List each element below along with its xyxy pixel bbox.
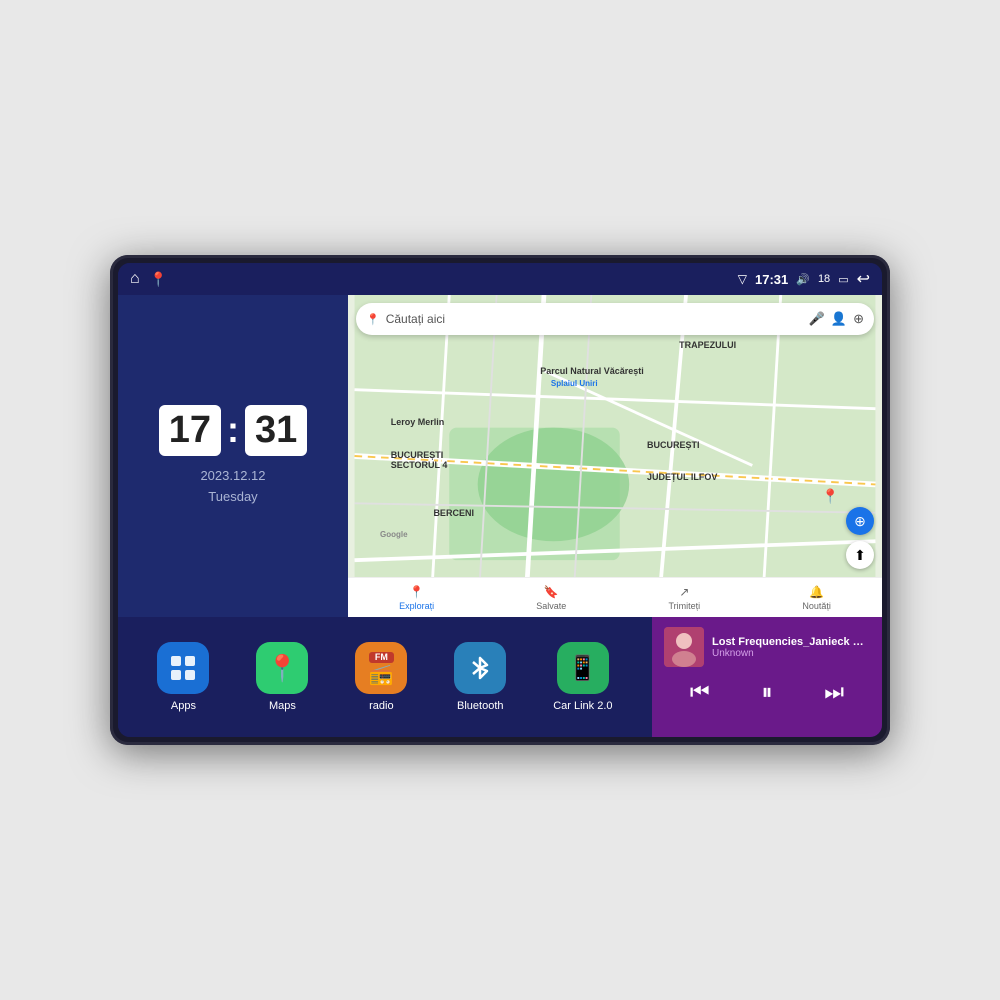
clock-minute: 31 bbox=[245, 405, 307, 456]
clock-hour: 17 bbox=[159, 405, 221, 456]
share-icon: ↗ bbox=[679, 585, 689, 599]
map-search-text[interactable]: Căutați aici bbox=[386, 312, 803, 326]
saved-label: Salvate bbox=[536, 601, 566, 611]
maps-icon: 📍 bbox=[256, 642, 308, 694]
explore-label: Explorați bbox=[399, 601, 434, 611]
play-pause-button[interactable]: ⏸ bbox=[761, 679, 772, 705]
apps-icon bbox=[157, 642, 209, 694]
home-icon[interactable]: ⌂ bbox=[130, 270, 140, 288]
maps-pin-icon[interactable]: 📍 bbox=[150, 271, 167, 288]
clock-date: 2023.12.12 Tuesday bbox=[200, 466, 265, 508]
news-label: Noutăți bbox=[802, 601, 831, 611]
map-nav-bar: 📍 Explorați 🔖 Salvate ↗ Trimiteți 🔔 bbox=[348, 577, 882, 617]
bottom-row: Apps 📍 Maps FM 📻 bbox=[118, 617, 882, 737]
map-location-marker: 📍 bbox=[822, 488, 839, 505]
apps-panel: Apps 📍 Maps FM 📻 bbox=[118, 617, 652, 737]
map-nav-news[interactable]: 🔔 Noutăți bbox=[802, 585, 831, 611]
next-button[interactable]: ⏭ bbox=[824, 679, 844, 705]
status-bar: ⌂ 📍 ▽ 17:31 🔊 18 ▭ ↩ bbox=[118, 263, 882, 295]
app-item-carlink[interactable]: 📱 Car Link 2.0 bbox=[553, 642, 612, 712]
bluetooth-icon bbox=[454, 642, 506, 694]
map-panel[interactable]: 📍 Căutați aici 🎤 👤 ⊕ BUCUREȘTI JUDEȚUL I… bbox=[348, 295, 882, 617]
clock-display: 17 : 31 bbox=[159, 405, 308, 456]
saved-icon: 🔖 bbox=[544, 585, 559, 599]
status-time: 17:31 bbox=[755, 272, 788, 287]
status-left-icons: ⌂ 📍 bbox=[130, 270, 167, 288]
music-thumbnail bbox=[664, 627, 704, 667]
map-nav-share[interactable]: ↗ Trimiteți bbox=[669, 585, 701, 611]
back-icon[interactable]: ↩ bbox=[857, 269, 870, 289]
volume-icon: 🔊 bbox=[796, 273, 810, 286]
map-nav-explore[interactable]: 📍 Explorați bbox=[399, 585, 434, 611]
screen: ⌂ 📍 ▽ 17:31 🔊 18 ▭ ↩ 17 : bbox=[118, 263, 882, 737]
carlink-icon: 📱 bbox=[557, 642, 609, 694]
map-pin-logo: 📍 bbox=[366, 313, 380, 326]
apps-label: Apps bbox=[171, 700, 196, 712]
music-info-row: Lost Frequencies_Janieck Devy-... Unknow… bbox=[664, 627, 870, 667]
prev-button[interactable]: ⏮ bbox=[690, 679, 710, 705]
share-label: Trimiteți bbox=[669, 601, 701, 611]
radio-icon: FM 📻 bbox=[355, 642, 407, 694]
map-search-icons: 🎤 👤 ⊕ bbox=[809, 311, 864, 327]
mic-icon[interactable]: 🎤 bbox=[809, 311, 825, 327]
account-icon[interactable]: 👤 bbox=[831, 311, 847, 327]
map-searchbar[interactable]: 📍 Căutați aici 🎤 👤 ⊕ bbox=[356, 303, 874, 335]
clock-colon: : bbox=[227, 409, 239, 451]
bluetooth-label: Bluetooth bbox=[457, 700, 503, 712]
music-title: Lost Frequencies_Janieck Devy-... bbox=[712, 636, 870, 648]
signal-icon: ▽ bbox=[738, 272, 747, 286]
map-location-button[interactable]: ⊕ bbox=[846, 507, 874, 535]
top-row: 17 : 31 2023.12.12 Tuesday bbox=[118, 295, 882, 617]
car-display-device: ⌂ 📍 ▽ 17:31 🔊 18 ▭ ↩ 17 : bbox=[110, 255, 890, 745]
music-controls: ⏮ ⏸ ⏭ bbox=[664, 679, 870, 705]
battery-level: 18 bbox=[818, 273, 830, 285]
main-content: 17 : 31 2023.12.12 Tuesday bbox=[118, 295, 882, 737]
music-panel: Lost Frequencies_Janieck Devy-... Unknow… bbox=[652, 617, 882, 737]
app-item-apps[interactable]: Apps bbox=[157, 642, 209, 712]
app-item-radio[interactable]: FM 📻 radio bbox=[355, 642, 407, 712]
layers-icon[interactable]: ⊕ bbox=[853, 311, 864, 327]
clock-panel: 17 : 31 2023.12.12 Tuesday bbox=[118, 295, 348, 617]
news-icon: 🔔 bbox=[809, 585, 824, 599]
music-artist: Unknown bbox=[712, 648, 870, 659]
app-item-bluetooth[interactable]: Bluetooth bbox=[454, 642, 506, 712]
map-compass[interactable]: ⬆ bbox=[846, 541, 874, 569]
music-text: Lost Frequencies_Janieck Devy-... Unknow… bbox=[712, 636, 870, 659]
battery-icon: ▭ bbox=[838, 273, 848, 286]
map-svg bbox=[348, 295, 882, 617]
carlink-label: Car Link 2.0 bbox=[553, 700, 612, 712]
explore-icon: 📍 bbox=[409, 585, 424, 599]
app-item-maps[interactable]: 📍 Maps bbox=[256, 642, 308, 712]
status-right-info: ▽ 17:31 🔊 18 ▭ ↩ bbox=[738, 269, 870, 289]
map-nav-saved[interactable]: 🔖 Salvate bbox=[536, 585, 566, 611]
maps-label: Maps bbox=[269, 700, 296, 712]
radio-label: radio bbox=[369, 700, 393, 712]
